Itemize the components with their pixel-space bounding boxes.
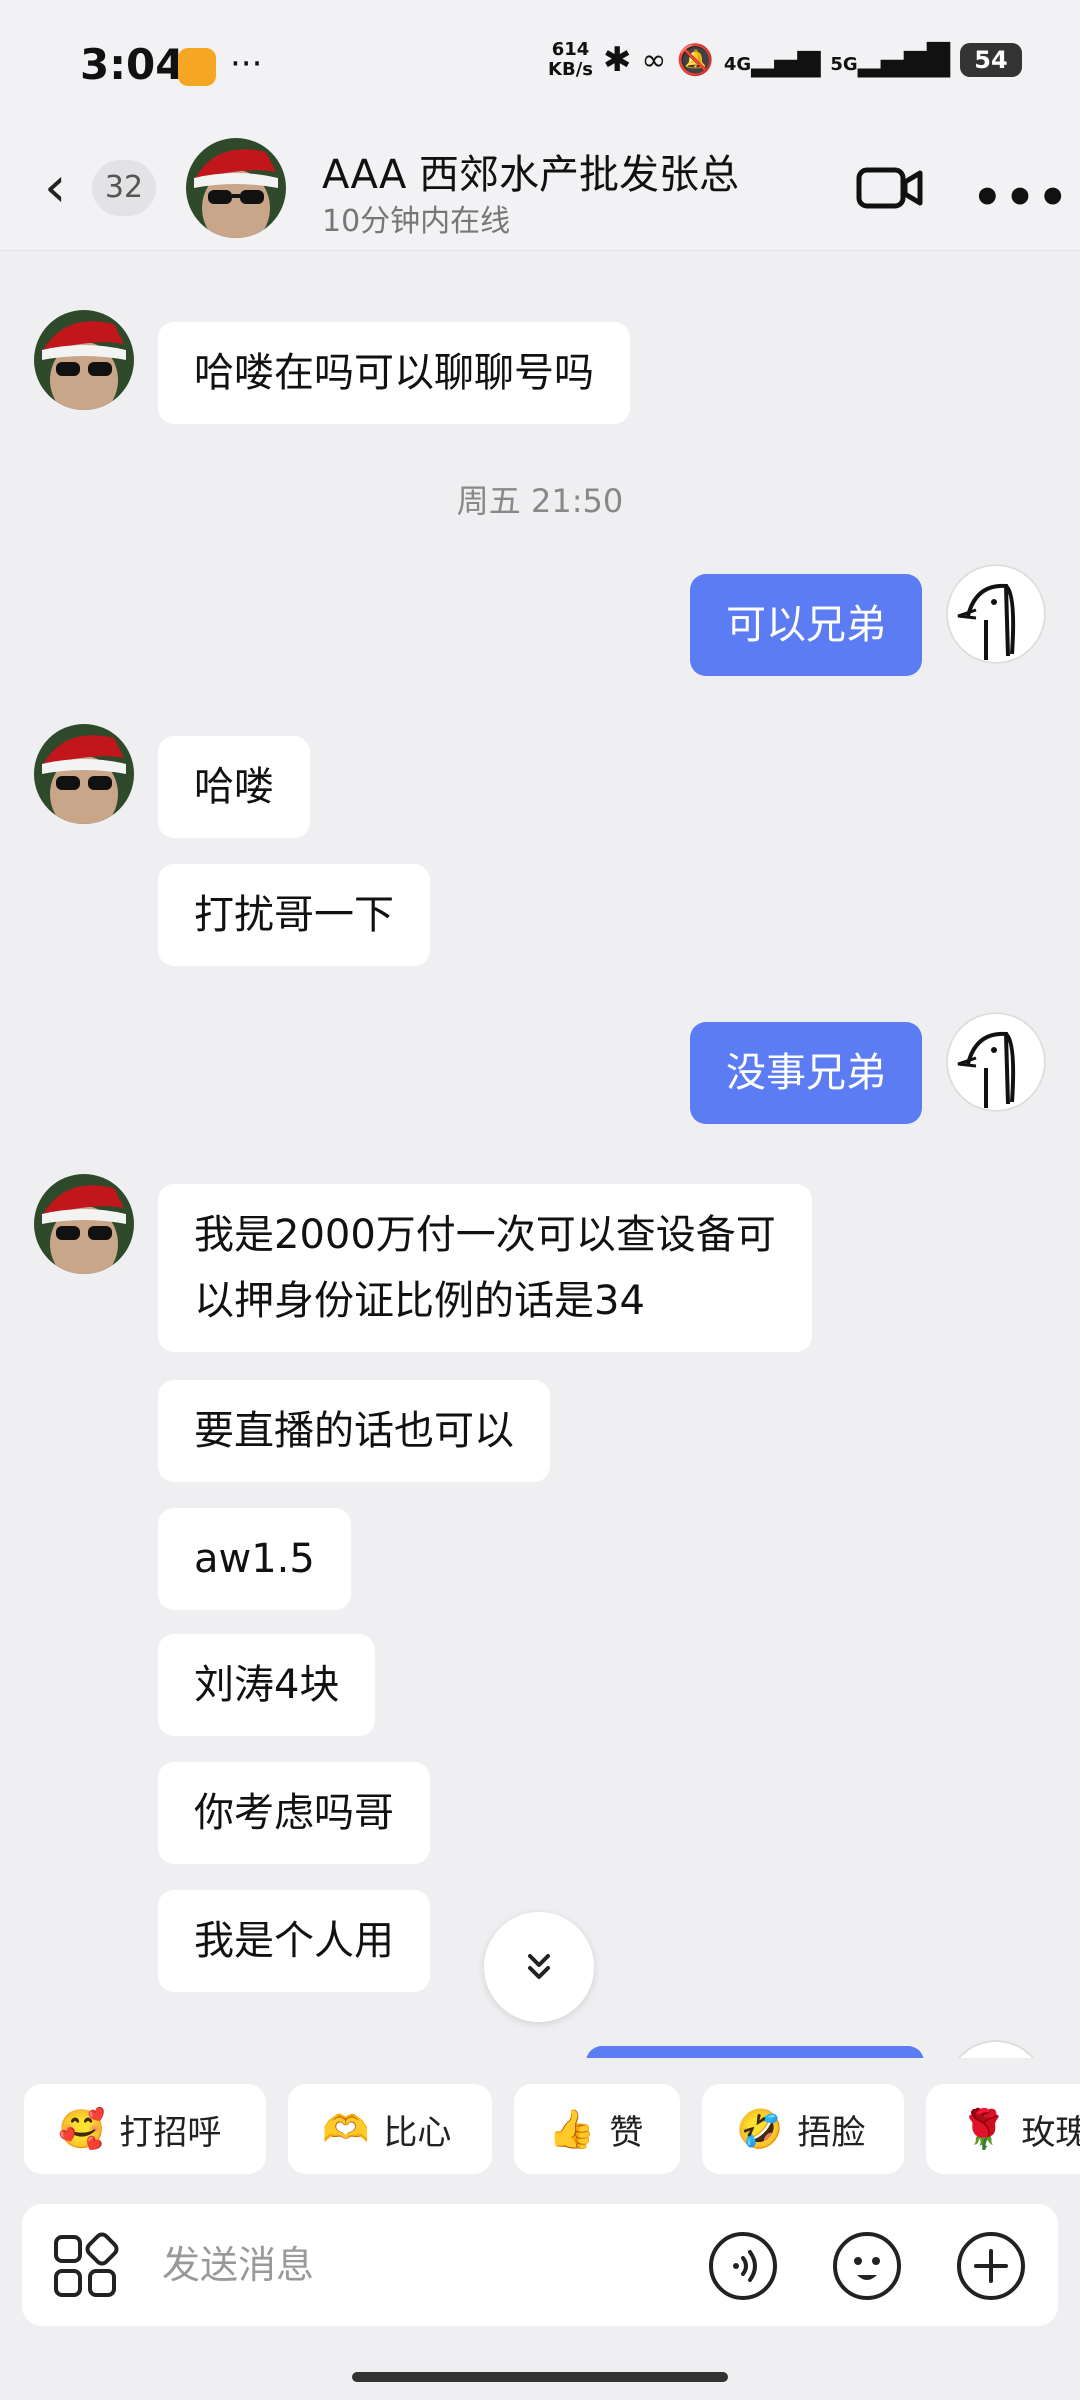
bluetooth-icon: ✱	[603, 40, 632, 80]
video-call-icon[interactable]	[856, 164, 924, 212]
thumbs-up-emoji-icon: 👍	[548, 2106, 596, 2151]
my-avatar[interactable]	[946, 1012, 1046, 1112]
link-icon: ∞	[641, 42, 667, 78]
scroll-to-bottom-button[interactable]	[484, 1912, 594, 2022]
received-message[interactable]: 哈喽在吗可以聊聊号吗	[158, 322, 630, 424]
more-notifications-icon: ···	[230, 44, 263, 84]
received-message[interactable]: 我是2000万付一次可以查设备可 以押身份证比例的话是34	[158, 1184, 812, 1352]
quick-reply-greet[interactable]: 🥰 打招呼	[24, 2084, 266, 2174]
voice-message-icon[interactable]	[708, 2231, 778, 2301]
signal-5g-icon: 5G▂▄▆█	[830, 42, 950, 78]
received-message[interactable]: 我是个人用	[158, 1890, 430, 1992]
message-input-bar: 发送消息	[22, 2204, 1058, 2326]
received-message[interactable]: aw1.5	[158, 1508, 351, 1610]
quick-reply-facepalm[interactable]: 🤣 捂脸	[702, 2084, 904, 2174]
message-input[interactable]: 发送消息	[162, 2204, 682, 2326]
sent-message[interactable]: 没事兄弟	[690, 1022, 922, 1124]
contact-avatar[interactable]	[186, 138, 286, 238]
contact-online-status: 10分钟内在线	[322, 204, 511, 239]
chat-message-list[interactable]: 哈喽在吗可以聊聊号吗 周五 21:50 可以兄弟 哈喽 打扰哥一下 没事兄弟 我…	[0, 250, 1080, 2058]
status-bar: 3:04 ··· 614 KB/s ✱ ∞ 🔕 4G▂▄▆ 5G▂▄▆█ 54	[0, 0, 1080, 130]
status-time: 3:04	[80, 40, 185, 89]
back-button[interactable]: ‹	[44, 160, 66, 216]
contact-avatar-small[interactable]	[34, 310, 134, 410]
add-plus-icon[interactable]	[956, 2231, 1026, 2301]
emoji-icon[interactable]	[832, 2231, 902, 2301]
app-notification-icon	[178, 48, 216, 86]
net-speed: 614 KB/s	[548, 39, 593, 80]
received-message[interactable]: 要直播的话也可以	[158, 1380, 550, 1482]
status-icons: 614 KB/s ✱ ∞ 🔕 4G▂▄▆ 5G▂▄▆█ 54	[548, 40, 1022, 80]
heart-hands-emoji-icon: 🫶	[322, 2106, 370, 2151]
contact-avatar-small[interactable]	[34, 724, 134, 824]
contact-name[interactable]: AAA 西郊水产批发张总	[322, 142, 739, 200]
received-message[interactable]: 打扰哥一下	[158, 864, 430, 966]
wave-emoji-icon: 🥰	[58, 2106, 106, 2151]
message-timestamp: 周五 21:50	[456, 482, 624, 520]
chat-header: ‹ 32 AAA 西郊水产批发张总 10分钟内在线 •••	[0, 130, 1080, 251]
quick-reply-bar[interactable]: 🥰 打招呼 🫶 比心 👍 赞 🤣 捂脸 🌹 玫瑰	[0, 2058, 1080, 2194]
quick-reply-like[interactable]: 👍 赞	[514, 2084, 680, 2174]
facepalm-emoji-icon: 🤣	[736, 2106, 784, 2151]
apps-grid-icon[interactable]	[50, 2231, 120, 2301]
sent-message[interactable]: 可以兄弟	[690, 574, 922, 676]
home-indicator[interactable]	[352, 2372, 728, 2382]
received-message[interactable]: 哈喽	[158, 736, 310, 838]
battery-indicator: 54	[960, 43, 1022, 77]
more-options-icon[interactable]: •••	[972, 170, 1070, 226]
sent-message-partial[interactable]	[586, 2046, 924, 2058]
contact-avatar-small[interactable]	[34, 1174, 134, 1274]
double-chevron-down-icon	[528, 1954, 550, 1979]
received-message[interactable]: 你考虑吗哥	[158, 1762, 430, 1864]
signal-4g-icon: 4G▂▄▆	[723, 42, 821, 78]
my-avatar-partial	[946, 2040, 1046, 2058]
rose-emoji-icon: 🌹	[960, 2106, 1008, 2151]
received-message[interactable]: 刘涛4块	[158, 1634, 376, 1736]
unread-count-badge[interactable]: 32	[92, 160, 156, 216]
mute-bell-icon: 🔕	[676, 42, 714, 78]
quick-reply-heart[interactable]: 🫶 比心	[288, 2084, 492, 2174]
quick-reply-rose[interactable]: 🌹 玫瑰	[926, 2084, 1080, 2174]
my-avatar[interactable]	[946, 564, 1046, 664]
